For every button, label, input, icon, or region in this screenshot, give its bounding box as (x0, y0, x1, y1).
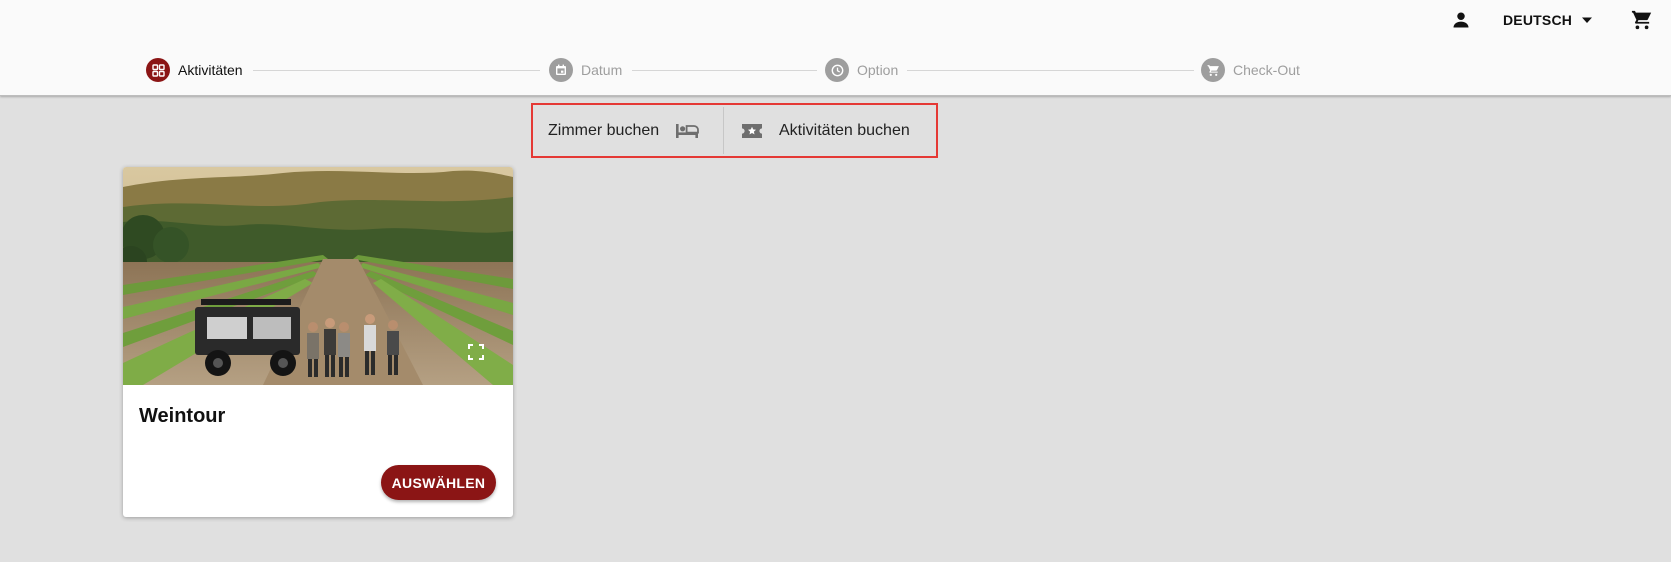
step-activities[interactable]: Aktivitäten (146, 57, 243, 83)
cart-icon (1201, 58, 1225, 82)
step-date[interactable]: Datum (549, 57, 622, 83)
step-label: Datum (581, 62, 623, 78)
activity-title: Weintour (139, 405, 226, 427)
select-activity-button[interactable]: AUSWÄHLEN (381, 465, 496, 500)
book-rooms-button[interactable]: Zimmer buchen (533, 105, 723, 156)
bed-icon (675, 123, 700, 139)
activity-image[interactable] (123, 167, 513, 385)
stepper-connector (907, 70, 1194, 71)
shopping-cart-button[interactable] (1628, 7, 1656, 33)
language-label: DEUTSCH (1503, 12, 1573, 28)
book-activities-button[interactable]: Aktivitäten buchen (724, 105, 910, 156)
step-label: Check-Out (1233, 62, 1300, 78)
ticket-star-icon (741, 123, 763, 139)
header-bar: DEUTSCH Aktivitäten Datum Option Check-O… (0, 0, 1671, 96)
activity-card: Weintour AUSWÄHLEN (123, 167, 513, 517)
step-label: Aktivitäten (178, 62, 243, 78)
book-rooms-label: Zimmer buchen (548, 121, 660, 139)
fullscreen-icon (468, 344, 484, 360)
step-option[interactable]: Option (825, 57, 898, 83)
step-label: Option (857, 62, 899, 78)
fullscreen-button[interactable] (465, 341, 487, 363)
book-activities-label: Aktivitäten buchen (779, 121, 910, 139)
clock-icon (825, 58, 849, 82)
calendar-icon (549, 58, 573, 82)
arrow-drop-down-icon (1581, 16, 1593, 24)
step-checkout[interactable]: Check-Out (1201, 57, 1300, 83)
grid-icon (146, 58, 170, 82)
stepper-connector (632, 70, 817, 71)
user-account-button[interactable] (1447, 8, 1475, 32)
language-select[interactable]: DEUTSCH (1503, 8, 1593, 32)
person-icon (1453, 12, 1469, 28)
shopping-cart-icon (1631, 10, 1652, 30)
stepper-connector (253, 70, 540, 71)
booking-type-switch: Zimmer buchen Aktivitäten buchen (531, 103, 938, 158)
